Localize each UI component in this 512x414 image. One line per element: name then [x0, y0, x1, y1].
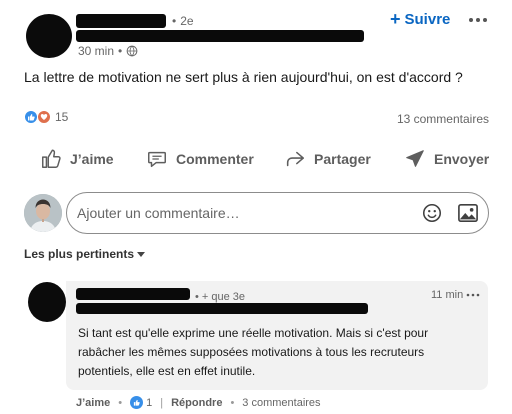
reply-button[interactable]: Répondre	[171, 397, 222, 409]
more-options-icon[interactable]	[466, 8, 490, 32]
send-button[interactable]: Envoyer	[404, 148, 489, 170]
reaction-count: 15	[55, 110, 69, 124]
follow-button[interactable]: + Suivre	[390, 10, 450, 28]
commenter-degree: • + que 3e	[195, 291, 246, 303]
author-headline-redacted	[76, 30, 364, 42]
plus-icon: +	[390, 9, 401, 29]
like-reaction-icon	[130, 396, 144, 409]
author-name-redacted[interactable]	[76, 14, 166, 28]
like-button[interactable]: J’aime	[40, 148, 114, 170]
reactions-summary[interactable]: 15	[24, 110, 68, 124]
post-header: • 2e 30 min • + Suivre	[0, 0, 512, 64]
comment-timestamp: 11 min	[431, 289, 464, 301]
globe-icon	[126, 45, 138, 57]
separator: •	[118, 396, 123, 409]
post-timestamp: 30 min •	[78, 44, 138, 58]
sort-dropdown[interactable]: Les plus pertinents	[24, 247, 146, 261]
comment-text: Si tant est qu'elle exprime une réelle m…	[78, 326, 429, 378]
caret-down-icon	[137, 251, 146, 257]
comment-button[interactable]: Commenter	[146, 148, 254, 170]
comment-input-placeholder: Ajouter un commentaire…	[77, 205, 240, 221]
love-reaction-icon	[37, 110, 51, 124]
comments-count-link[interactable]: 13 commentaires	[397, 112, 489, 126]
comment-icon	[148, 151, 166, 168]
share-button[interactable]: Partager	[284, 148, 371, 170]
separator: •	[230, 396, 235, 409]
post-text: La lettre de motivation ne sert plus à r…	[24, 69, 463, 85]
replies-count-link[interactable]: 3 commentaires	[242, 397, 320, 409]
comment-like-count[interactable]: 1	[146, 397, 152, 409]
commenter-headline-redacted	[76, 303, 368, 314]
commenter-name-redacted[interactable]	[76, 288, 190, 300]
separator: |	[160, 396, 164, 409]
commenter-avatar-redacted[interactable]	[28, 282, 66, 322]
emoji-icon[interactable]	[421, 202, 443, 224]
comment-more-icon[interactable]	[466, 290, 480, 300]
send-icon	[406, 150, 424, 167]
current-user-avatar[interactable]	[24, 194, 62, 232]
thumbs-up-icon	[42, 149, 61, 168]
share-arrow-icon	[286, 151, 305, 167]
comment-like-button[interactable]: J’aime	[76, 397, 110, 409]
post-action-bar: J’aime Commenter Partager Envoyer	[0, 136, 512, 184]
image-icon[interactable]	[457, 203, 479, 223]
author-avatar-redacted[interactable]	[26, 14, 72, 58]
author-degree: • 2e	[172, 14, 194, 28]
comment-actions: J’aime • 1 | Répondre • 3 commentaires	[76, 396, 321, 409]
like-reaction-icon	[24, 110, 38, 124]
